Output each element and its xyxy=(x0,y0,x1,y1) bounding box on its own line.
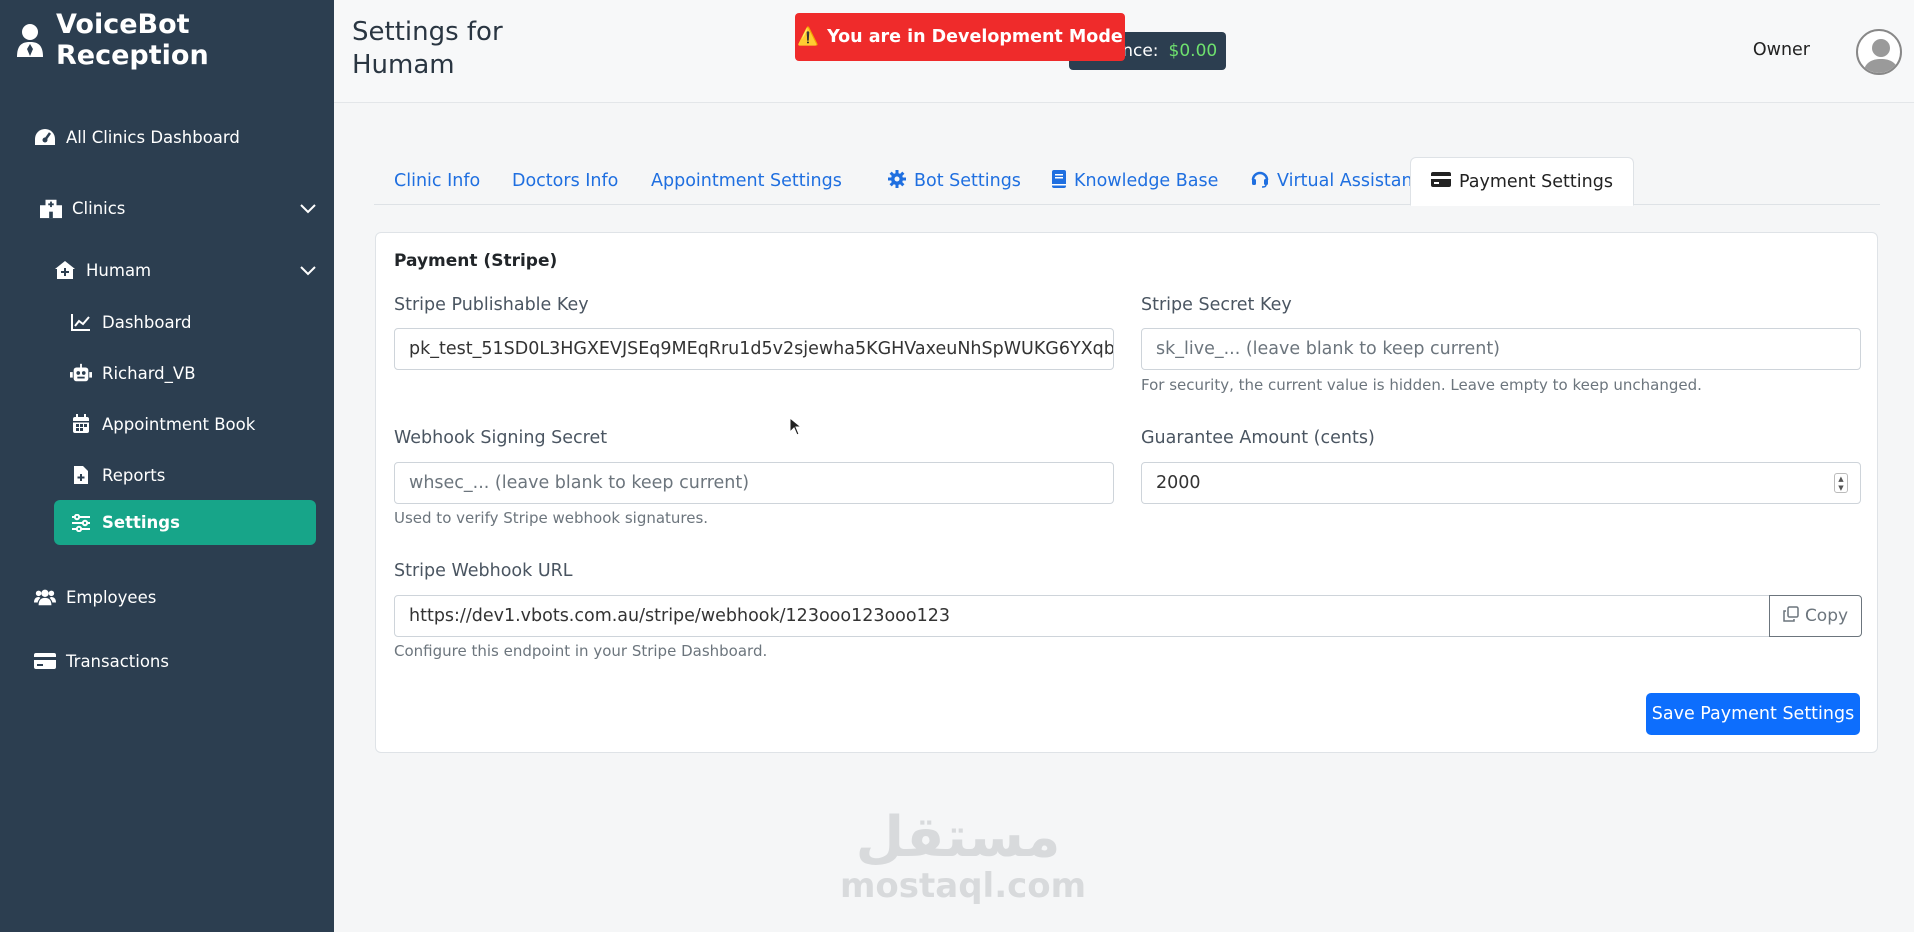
tab-virtual-assistant[interactable]: Virtual Assistant xyxy=(1231,157,1439,205)
nav-settings[interactable]: Settings xyxy=(54,500,316,545)
nav-label: Appointment Book xyxy=(102,414,256,434)
watermark-latin: mostaql.com xyxy=(840,866,1087,906)
number-stepper[interactable]: ▲ ▼ xyxy=(1834,473,1848,493)
nav-dashboard[interactable]: Dashboard xyxy=(70,311,192,333)
nav-clinics[interactable]: Clinics xyxy=(40,197,316,219)
calendar-icon xyxy=(70,413,92,435)
nav-label: Humam xyxy=(86,260,152,280)
sliders-icon xyxy=(70,512,92,534)
copy-button[interactable]: Copy xyxy=(1769,595,1862,637)
nav-label: Settings xyxy=(102,513,180,532)
webhook-secret-input[interactable]: whsec_... (leave blank to keep current) xyxy=(394,462,1114,504)
avatar[interactable] xyxy=(1856,29,1902,75)
mouse-cursor-icon xyxy=(789,416,803,441)
dev-mode-text: You are in Development Mode xyxy=(827,27,1123,47)
nav-employees[interactable]: Employees xyxy=(34,586,156,608)
publishable-key-label: Stripe Publishable Key xyxy=(394,295,589,315)
webhook-secret-label: Webhook Signing Secret xyxy=(394,428,608,448)
guarantee-amount-label: Guarantee Amount (cents) xyxy=(1141,428,1375,448)
secret-key-input[interactable]: sk_live_... (leave blank to keep current… xyxy=(1141,328,1861,370)
dev-mode-alert: ⚠️ You are in Development Mode xyxy=(795,13,1125,61)
secret-key-help: For security, the current value is hidde… xyxy=(1141,376,1702,394)
tab-doctors-info[interactable]: Doctors Info xyxy=(492,157,638,205)
guarantee-amount-input[interactable]: 2000 ▲ ▼ xyxy=(1141,462,1861,504)
webhook-url-label: Stripe Webhook URL xyxy=(394,561,573,581)
brand[interactable]: VoiceBot Reception xyxy=(16,9,334,71)
webhook-url-input[interactable]: https://dev1.vbots.com.au/stripe/webhook… xyxy=(394,595,1770,637)
payment-settings-card: Payment (Stripe) Stripe Publishable Key … xyxy=(375,232,1878,753)
chart-line-icon xyxy=(70,311,92,333)
credit-card-icon xyxy=(1431,171,1451,192)
copy-label: Copy xyxy=(1804,606,1849,626)
warning-icon: ⚠️ xyxy=(797,27,820,47)
tab-label: Bot Settings xyxy=(914,171,1021,191)
sidebar: VoiceBot Reception All Clinics Dashboard… xyxy=(0,0,334,932)
tab-appointment-settings[interactable]: Appointment Settings xyxy=(631,157,862,205)
tab-knowledge-base[interactable]: Knowledge Base xyxy=(1032,157,1238,205)
chevron-down-icon[interactable] xyxy=(300,199,316,218)
tab-clinic-info[interactable]: Clinic Info xyxy=(374,157,500,205)
tab-label: Appointment Settings xyxy=(651,171,842,191)
tab-label: Virtual Assistant xyxy=(1277,171,1420,191)
balance-value: $0.00 xyxy=(1168,41,1218,61)
nav-label: Transactions xyxy=(66,651,169,671)
user-tie-icon xyxy=(16,23,44,57)
copy-icon xyxy=(1783,605,1799,627)
nav-label: Clinics xyxy=(72,198,126,218)
tab-payment-settings[interactable]: Payment Settings xyxy=(1410,157,1634,206)
house-medical-icon xyxy=(54,259,76,281)
nav-label: Employees xyxy=(66,587,157,607)
headset-icon xyxy=(1251,170,1269,193)
publishable-key-input[interactable]: pk_test_51SD0L3HGXEVJSEq9MEqRru1d5v2sjew… xyxy=(394,328,1114,370)
tab-label: Payment Settings xyxy=(1459,171,1613,192)
nav-label: All Clinics Dashboard xyxy=(66,127,240,147)
nav-transactions[interactable]: Transactions xyxy=(34,650,169,672)
users-icon xyxy=(34,586,56,608)
book-icon xyxy=(1052,169,1066,193)
watermark-arabic: مستقل xyxy=(855,805,1061,870)
tab-label: Doctors Info xyxy=(512,171,619,191)
user-role[interactable]: Owner xyxy=(1753,40,1810,60)
gauge-icon xyxy=(34,126,56,148)
nav-label: Dashboard xyxy=(102,312,192,332)
top-header: Settings for Humam Balance: $0.00 ⚠️ You… xyxy=(334,0,1914,103)
webhook-url-help: Configure this endpoint in your Stripe D… xyxy=(394,642,768,660)
tab-label: Knowledge Base xyxy=(1074,171,1219,191)
gear-icon xyxy=(888,169,906,193)
guarantee-amount-value: 2000 xyxy=(1156,473,1201,493)
section-title: Payment (Stripe) xyxy=(394,251,558,271)
settings-tabs: Clinic Info Doctors Info Appointment Set… xyxy=(374,157,1880,206)
nav-appointment-book[interactable]: Appointment Book xyxy=(70,413,255,435)
nav-reports[interactable]: Reports xyxy=(70,464,165,486)
chevron-down-icon[interactable] xyxy=(300,261,316,280)
robot-icon xyxy=(70,362,92,384)
nav-all-clinics-dashboard[interactable]: All Clinics Dashboard xyxy=(34,126,240,148)
secret-key-label: Stripe Secret Key xyxy=(1141,295,1292,315)
page-title: Settings for Humam xyxy=(352,17,503,80)
nav-label: Richard_VB xyxy=(102,363,196,383)
nav-clinic-humam[interactable]: Humam xyxy=(54,259,316,281)
save-payment-settings-button[interactable]: Save Payment Settings xyxy=(1646,693,1860,735)
credit-card-icon xyxy=(34,650,56,672)
brand-name: VoiceBot Reception xyxy=(56,9,209,71)
nav-label: Reports xyxy=(102,465,166,485)
watermark: مستقل mostaql.com xyxy=(840,805,1087,906)
webhook-secret-help: Used to verify Stripe webhook signatures… xyxy=(394,509,709,527)
tab-label: Clinic Info xyxy=(394,171,481,191)
tab-bot-settings[interactable]: Bot Settings xyxy=(868,157,1041,205)
hospital-icon xyxy=(40,197,62,219)
nav-bot[interactable]: Richard_VB xyxy=(70,362,196,384)
file-medical-icon xyxy=(70,464,92,486)
